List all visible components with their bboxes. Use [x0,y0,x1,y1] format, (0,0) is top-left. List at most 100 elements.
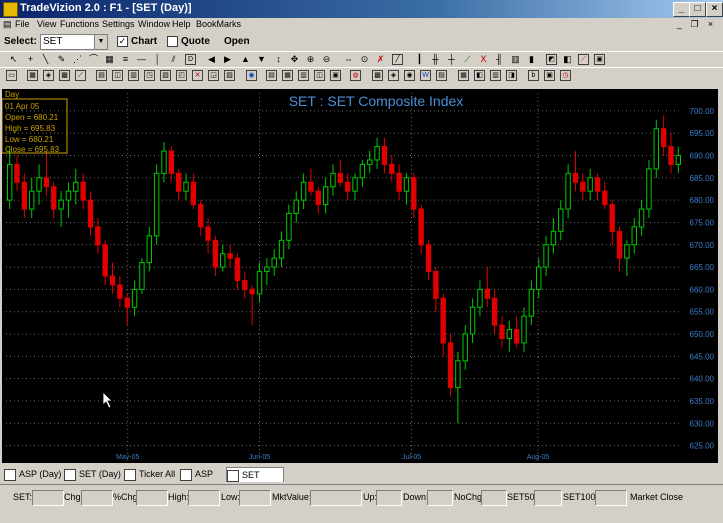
indicator-4-icon[interactable]: ⟋ [75,70,86,81]
window-icon[interactable]: ▭ [6,70,17,81]
status-up-label: Up: [363,492,378,502]
trendline-icon[interactable]: ╲ [40,54,51,65]
indicator-31-icon[interactable]: ▣ [544,70,555,81]
y-tick-label: 630.00 [690,419,715,428]
parallel-icon[interactable]: ⫽ [168,54,179,65]
indicator-16-icon[interactable]: ▦ [282,70,293,81]
tab-ticker-all[interactable]: Ticker All [124,467,175,481]
pointer-icon[interactable]: ↖ [8,54,19,65]
indicator-9-icon[interactable]: ▧ [160,70,171,81]
open-button[interactable]: Open [224,36,250,47]
line-chart-icon[interactable]: ⟋ [462,54,473,65]
bar-chart-icon[interactable]: ┃ [414,54,425,65]
indicator-18-icon[interactable]: ◫ [314,70,325,81]
arc-icon[interactable]: ⌒ [88,54,99,65]
indicator-3-icon[interactable]: ▩ [59,70,70,81]
target-icon[interactable]: ⊙ [359,54,370,65]
minimize-button[interactable]: _ [673,2,690,17]
indicator-21-icon[interactable]: ▩ [372,70,383,81]
indicator-25-icon[interactable]: ▤ [436,70,447,81]
resize-vertical-icon[interactable]: ↕ [273,54,284,65]
indicator-30-icon[interactable]: b [528,70,539,81]
candle [521,307,527,352]
half-icon[interactable]: ◧ [562,54,573,65]
indicator-13-icon[interactable]: ▨ [224,70,235,81]
menu-window[interactable]: Window [138,19,170,29]
compare-icon[interactable]: ⟋ [578,54,589,65]
menu-functions[interactable]: Functions [60,19,99,29]
black-bg-icon[interactable]: ◩ [546,54,557,65]
zoom-in-icon[interactable]: ⊕ [305,54,316,65]
ohlc-icon[interactable]: ┼ [446,54,457,65]
chevron-down-icon[interactable]: ▼ [94,35,107,49]
candlestick-chart[interactable]: 700.00 695.00 690.00 685.00 680.00 675.00 670.… [2,89,718,463]
indicator-26-icon[interactable]: ▦ [458,70,469,81]
grid-icon[interactable]: ▦ [104,54,115,65]
tab-set-day[interactable]: SET (Day) [64,467,121,481]
channel-icon[interactable]: ≡ [120,54,131,65]
indicator-6-icon[interactable]: ◫ [112,70,123,81]
delete-drawing-icon[interactable]: ✗ [375,54,386,65]
x-tick-label: May-05 [116,454,139,461]
hline-icon[interactable]: — [136,54,147,65]
volume-icon[interactable]: ▮ [526,54,537,65]
indicator-1-icon[interactable]: ▦ [27,70,38,81]
indicator-7-icon[interactable]: ▥ [128,70,139,81]
indicator-20-icon[interactable]: ◍ [350,70,361,81]
symbol-select[interactable]: SET ▼ [40,34,108,50]
candle-body [6,163,13,201]
fan-icon[interactable]: ⋰ [72,54,83,65]
indicator-24-icon[interactable]: W [420,70,431,81]
mdi-close-button[interactable]: × [705,19,716,30]
crosshair-icon[interactable]: + [25,54,36,65]
expand-icon[interactable]: ⇔ [343,54,354,65]
chart-checkbox[interactable]: ✓ [117,36,128,47]
tab-asp[interactable]: ASP [180,467,213,481]
tab-set-day-active[interactable]: SET (Day) [226,467,284,494]
quote-checkbox[interactable] [167,36,178,47]
indicator-23-icon[interactable]: ◉ [404,70,415,81]
indicator-5-icon[interactable]: ▤ [96,70,107,81]
indicator-2-icon[interactable]: ◈ [43,70,54,81]
indicator-17-icon[interactable]: ▥ [298,70,309,81]
indicator-8-icon[interactable]: ◳ [144,70,155,81]
text-icon[interactable]: D [185,54,196,65]
line-style-icon[interactable]: ╱ [392,54,403,65]
move-icon[interactable]: ✥ [289,54,300,65]
candle-body [675,154,682,165]
panel-icon[interactable]: ▣ [594,54,605,65]
renko-icon[interactable]: ▥ [510,54,521,65]
mdi-minimize-button[interactable]: _ [674,19,685,30]
close-button[interactable]: × [706,2,723,17]
arrow-left-icon[interactable]: ◀ [206,54,217,65]
indicator-11-icon[interactable]: ✕ [192,70,203,81]
menu-bookmarks[interactable]: BookMarks [196,19,241,29]
kagi-icon[interactable]: ╢ [494,54,505,65]
arrow-down-icon[interactable]: ▼ [256,54,267,65]
tab-asp-day[interactable]: ASP (Day) [4,467,61,481]
menu-settings[interactable]: Settings [102,19,135,29]
arrow-up-icon[interactable]: ▲ [240,54,251,65]
indicator-28-icon[interactable]: ▥ [490,70,501,81]
candlestick-icon[interactable]: ╫ [430,54,441,65]
indicator-19-icon[interactable]: ▣ [330,70,341,81]
indicator-10-icon[interactable]: ◰ [176,70,187,81]
indicator-14-icon[interactable]: ◉ [246,70,257,81]
menu-help[interactable]: Help [172,19,191,29]
clock-icon[interactable]: ◷ [560,70,571,81]
arrow-right-icon[interactable]: ▶ [222,54,233,65]
indicator-12-icon[interactable]: ◲ [208,70,219,81]
menu-view[interactable]: View [37,19,56,29]
mdi-restore-button[interactable]: ❐ [689,19,700,30]
pen-icon[interactable]: ✎ [56,54,67,65]
chart-area[interactable]: 700.00 695.00 690.00 685.00 680.00 675.00 670.… [2,89,718,463]
indicator-27-icon[interactable]: ◧ [474,70,485,81]
indicator-29-icon[interactable]: ◨ [506,70,517,81]
indicator-22-icon[interactable]: ◈ [388,70,399,81]
point-figure-icon[interactable]: Ⅹ [478,54,489,65]
maximize-button[interactable]: □ [689,2,706,17]
menu-file[interactable]: File [15,19,30,29]
vline-icon[interactable]: │ [152,54,163,65]
indicator-15-icon[interactable]: ▤ [266,70,277,81]
zoom-out-icon[interactable]: ⊖ [321,54,332,65]
